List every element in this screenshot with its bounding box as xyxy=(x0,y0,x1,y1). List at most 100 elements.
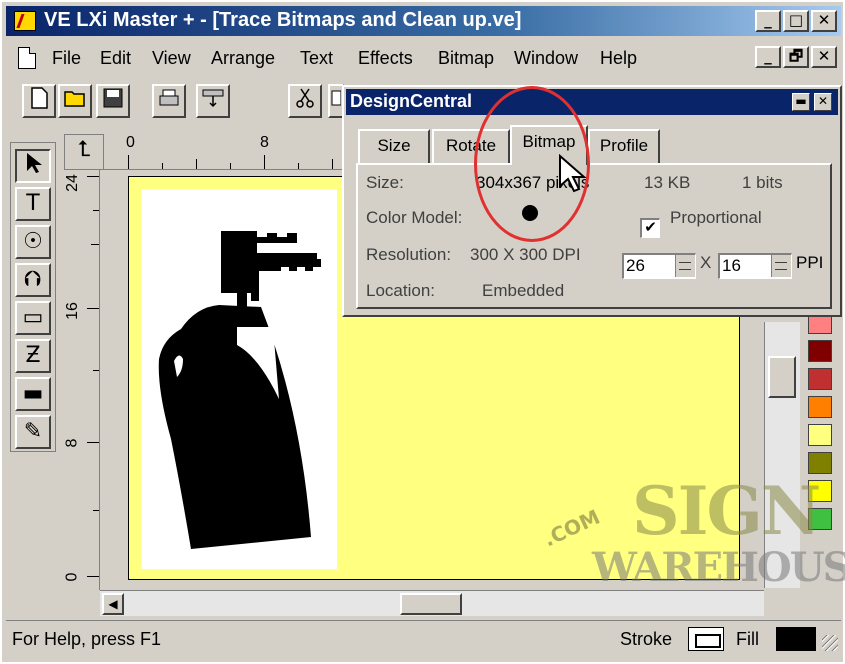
ppi-y-input[interactable] xyxy=(722,256,770,276)
ruler-label: 8 xyxy=(63,438,81,448)
title-bar[interactable]: VE LXi Master + - [Trace Bitmaps and Cle… xyxy=(6,6,841,36)
panel-title: DesignCentral xyxy=(350,91,473,111)
maximize-button[interactable]: □ xyxy=(783,10,809,32)
menu-help[interactable]: Help xyxy=(600,48,637,69)
ppi-unit: PPI xyxy=(796,253,824,272)
ppi-x-spin-icon[interactable] xyxy=(675,255,695,277)
cut-icon xyxy=(296,88,314,108)
panel-close-button[interactable]: ✕ xyxy=(814,93,832,111)
menu-text[interactable]: Text xyxy=(300,48,333,69)
menu-window[interactable]: Window xyxy=(514,48,578,69)
plot-button[interactable] xyxy=(196,84,230,118)
ruler-tick xyxy=(93,210,99,211)
eyedropper-tool[interactable]: ✎ xyxy=(15,415,51,449)
save-icon xyxy=(103,88,123,108)
color-swatch[interactable] xyxy=(808,368,832,390)
ruler-tick xyxy=(87,176,99,177)
ppi-x-stepper[interactable] xyxy=(622,253,696,279)
color-swatch[interactable] xyxy=(808,340,832,362)
size-label: Size: xyxy=(366,173,404,192)
color-model-label: Color Model: xyxy=(366,208,463,227)
doc-close-button[interactable]: ✕ xyxy=(811,46,837,68)
horizontal-scroll-thumb[interactable] xyxy=(400,593,462,615)
minimize-button[interactable]: _ xyxy=(755,10,781,32)
scroll-left-icon[interactable]: ◀ xyxy=(102,593,124,615)
measure-tool-icon: ▬ xyxy=(22,381,44,406)
ruler-tick xyxy=(87,308,99,309)
ruler-label: 0 xyxy=(63,572,81,582)
node-tool[interactable]: ☉ xyxy=(15,225,51,259)
ruler-origin-icon: ⮤ xyxy=(77,137,91,162)
app-logo-icon xyxy=(14,11,36,31)
panel-title-bar[interactable]: DesignCentral ▬ ✕ xyxy=(346,89,838,115)
proportional-label: Proportional xyxy=(670,208,762,227)
text-tool[interactable]: T xyxy=(15,187,51,221)
doc-minimize-button[interactable]: _ xyxy=(755,46,781,68)
pointer-tool[interactable] xyxy=(15,149,51,183)
proportional-checkbox[interactable]: ✔ xyxy=(640,218,660,238)
ruler-tick xyxy=(332,159,333,169)
fill-label: Fill xyxy=(736,629,759,649)
close-button[interactable]: ✕ xyxy=(811,10,837,32)
designcentral-panel: DesignCentral ▬ ✕ Size Rotate Bitmap Pro… xyxy=(342,85,842,317)
mouse-cursor-icon xyxy=(558,153,590,199)
ppi-y-spin-icon[interactable] xyxy=(771,255,791,277)
vertical-ruler[interactable]: 24 16 8 0 xyxy=(63,170,100,590)
ruler-tick xyxy=(298,163,299,169)
bits-value: 1 bits xyxy=(742,173,783,192)
panel-minimize-button[interactable]: ▬ xyxy=(792,93,810,111)
fill-swatch[interactable] xyxy=(776,627,816,651)
print-button[interactable] xyxy=(152,84,186,118)
rectangle-tool[interactable]: ▭ xyxy=(15,301,51,335)
color-swatch[interactable] xyxy=(808,396,832,418)
menu-edit[interactable]: Edit xyxy=(100,48,131,69)
ruler-tick xyxy=(264,155,265,169)
color-swatch[interactable] xyxy=(808,424,832,446)
ship-bitmap xyxy=(158,231,321,549)
ppi-x-input[interactable] xyxy=(626,256,674,276)
menu-arrange[interactable]: Arrange xyxy=(211,48,275,69)
save-button[interactable] xyxy=(96,84,130,118)
tab-size[interactable]: Size xyxy=(358,129,430,163)
ruler-tick xyxy=(128,155,129,169)
bitmap-image[interactable] xyxy=(141,189,337,569)
status-bar: For Help, press F1 Stroke Fill xyxy=(6,620,841,658)
ruler-label: 0 xyxy=(126,134,135,151)
ruler-tick xyxy=(196,159,197,169)
horizontal-ruler[interactable]: 0 8 xyxy=(104,134,344,170)
pointer-tool-icon xyxy=(27,153,42,173)
menu-file[interactable]: File xyxy=(52,48,81,69)
copy-icon xyxy=(331,90,342,106)
zoom-tool-icon: Ƶ xyxy=(25,343,41,368)
bitmap-tab-content: Size: 304x367 pixels 13 KB 1 bits Color … xyxy=(356,163,832,309)
print-icon xyxy=(159,89,179,106)
document-icon[interactable] xyxy=(18,47,36,69)
ruler-origin-button[interactable]: ⮤ xyxy=(64,134,104,170)
open-button[interactable] xyxy=(58,84,92,118)
stroke-swatch[interactable] xyxy=(688,627,724,651)
app-window: VE LXi Master + - [Trace Bitmaps and Cle… xyxy=(0,0,845,664)
zoom-tool[interactable]: Ƶ xyxy=(15,339,51,373)
new-button[interactable] xyxy=(22,84,56,118)
color-swatch[interactable] xyxy=(808,452,832,474)
ppi-separator: X xyxy=(700,253,712,272)
node-tool-icon: ☉ xyxy=(23,229,43,254)
vertical-scroll-thumb[interactable] xyxy=(768,356,796,398)
rectangle-tool-icon: ▭ xyxy=(22,305,44,330)
eyedropper-tool-icon: ✎ xyxy=(23,419,43,444)
pen-tool[interactable]: ⮉ xyxy=(15,263,51,297)
menu-view[interactable]: View xyxy=(152,48,191,69)
resolution-label: Resolution: xyxy=(366,245,452,264)
resize-grip-icon[interactable] xyxy=(822,635,838,651)
ppi-y-stepper[interactable] xyxy=(718,253,792,279)
menu-bitmap[interactable]: Bitmap xyxy=(438,48,494,69)
ruler-label: 16 xyxy=(63,302,81,320)
menu-effects[interactable]: Effects xyxy=(358,48,413,69)
cut-button[interactable] xyxy=(288,84,322,118)
stroke-label: Stroke xyxy=(620,629,673,649)
plot-icon xyxy=(202,89,224,108)
measure-tool[interactable]: ▬ xyxy=(15,377,51,411)
doc-restore-button[interactable]: 🗗 xyxy=(783,46,809,68)
tab-profile[interactable]: Profile xyxy=(588,129,660,163)
ruler-tick xyxy=(162,163,163,169)
